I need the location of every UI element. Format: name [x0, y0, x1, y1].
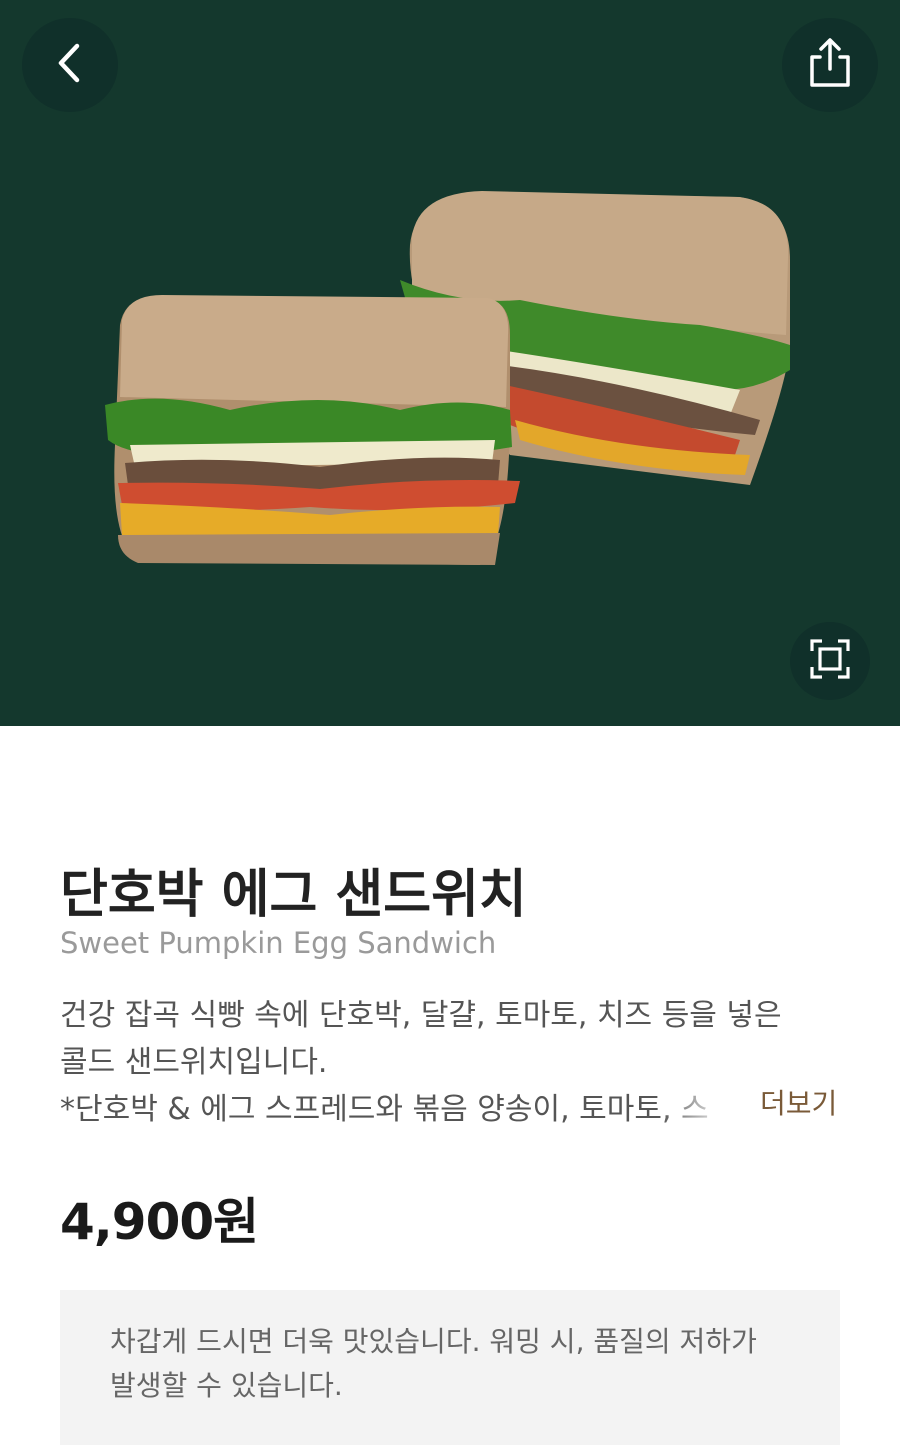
fullscreen-button[interactable] — [790, 622, 870, 700]
product-hero — [0, 0, 900, 726]
fullscreen-icon — [808, 637, 852, 685]
description-line: 건강 잡곡 식빵 속에 단호박, 달걀, 토마토, 치즈 등을 넣은 — [60, 998, 782, 1033]
description-line: *단호박 & 에그 스프레드와 볶음 양송이, 토마토, 스 — [60, 1086, 730, 1133]
back-button[interactable] — [22, 18, 118, 112]
product-title: 단호박 에그 샌드위치 — [60, 865, 527, 925]
more-button[interactable]: 더보기 — [760, 1082, 837, 1122]
share-icon — [802, 35, 858, 95]
sandwich-image — [105, 191, 790, 565]
notice-text: 차갑게 드시면 더욱 맛있습니다. 워밍 시, 품질의 저하가 발생할 수 있습… — [110, 1325, 757, 1402]
notice-box: 차갑게 드시면 더욱 맛있습니다. 워밍 시, 품질의 저하가 발생할 수 있습… — [60, 1290, 840, 1445]
product-price: 4,900원 — [60, 1193, 259, 1251]
product-description: 건강 잡곡 식빵 속에 단호박, 달걀, 토마토, 치즈 등을 넣은 콜드 샌드… — [60, 992, 820, 1133]
share-button[interactable] — [782, 18, 878, 112]
description-line: 콜드 샌드위치입니다. — [60, 1045, 328, 1080]
chevron-left-icon — [55, 40, 85, 90]
product-subtitle: Sweet Pumpkin Egg Sandwich — [60, 926, 497, 960]
